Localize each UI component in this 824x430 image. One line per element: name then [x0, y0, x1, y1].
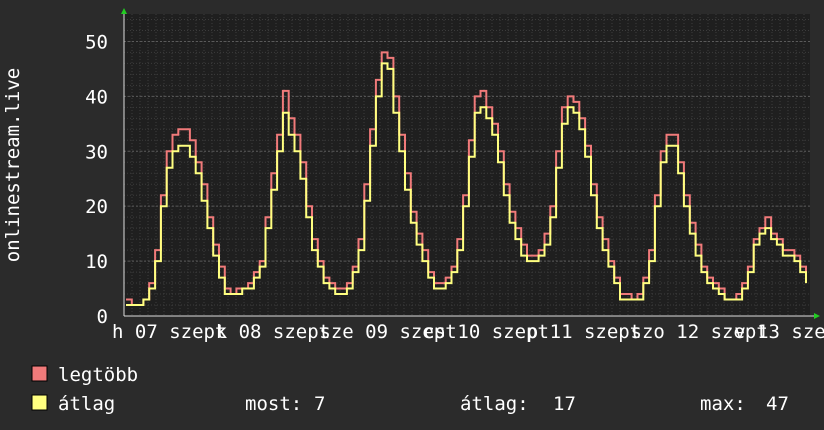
stat-atlag-label: átlag: — [460, 393, 529, 415]
stat-atlag-value: 17 — [553, 393, 576, 415]
stat-most-label: most: — [245, 393, 302, 415]
stat-max-label: max: — [700, 393, 746, 415]
stat-max-value: 47 — [766, 393, 789, 415]
y-tick-label: 20 — [85, 196, 108, 218]
y-tick-label: 10 — [85, 251, 108, 273]
y-tick-label: 50 — [85, 31, 108, 53]
y-tick-label: 30 — [85, 141, 108, 163]
x-tick-label: p 11 szept — [527, 321, 641, 343]
stat-most-value: 7 — [314, 393, 325, 415]
legend-swatch-atlag — [31, 394, 48, 411]
y-tick-label: 40 — [85, 86, 108, 108]
traffic-chart: 01020304050h 07 szeptk 08 szeptsze 09 sz… — [0, 0, 824, 430]
legend-label-atlag: átlag — [58, 393, 115, 415]
y-tick-label: 0 — [97, 306, 108, 328]
x-tick-label: h 07 szept — [112, 321, 226, 343]
y-axis-label: onlinestream.live — [2, 68, 24, 262]
x-tick-label: k 08 szept — [216, 321, 330, 343]
x-tick-label: v 13 szept — [734, 321, 824, 343]
legend-swatch-legtobb — [31, 365, 48, 382]
legend-label-legtobb: legtöbb — [58, 364, 138, 386]
